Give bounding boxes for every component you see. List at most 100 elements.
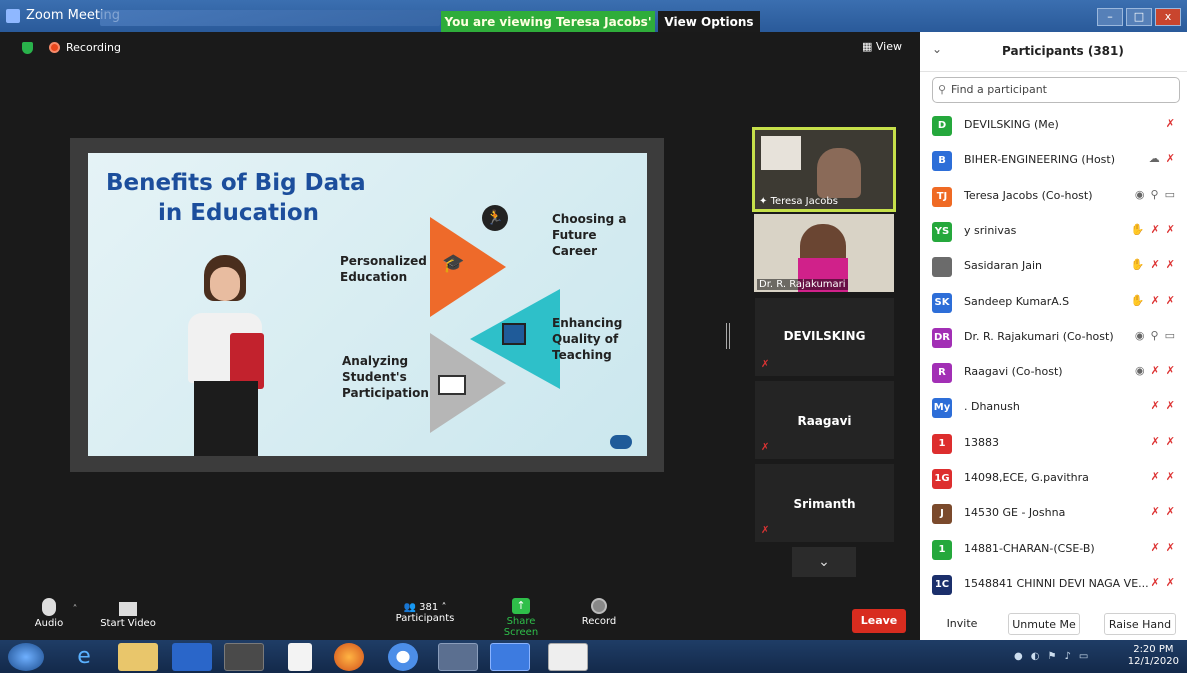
audio-options-chevron[interactable]: ˄	[70, 604, 80, 615]
participant-row[interactable]: TJ Teresa Jacobs (Co-host) ◉ ⚲ ▭	[920, 179, 1187, 214]
start-video-label: Start Video	[100, 618, 156, 629]
browser-tabs[interactable]	[100, 10, 440, 26]
participant-row[interactable]: 1 14881-CHARAN-(CSE-B) ✗ ✗	[920, 532, 1187, 567]
video-tile-srimanth[interactable]: Srimanth ✗	[755, 464, 894, 542]
scroll-down-button[interactable]: ⌄	[792, 547, 856, 577]
network-icon[interactable]: ●	[1014, 651, 1023, 662]
runner-icon: 🏃	[482, 205, 508, 231]
avatar: YS	[932, 221, 952, 242]
participant-name: Sasidaran Jain	[964, 259, 1042, 273]
participant-row[interactable]: B BIHER-ENGINEERING (Host) ☁ ✗	[920, 143, 1187, 178]
volume-icon[interactable]: ◐	[1031, 651, 1040, 662]
search-icon: ⚲	[938, 83, 947, 96]
participant-row[interactable]: 1G 14098,ECE, G.pavithra ✗ ✗	[920, 461, 1187, 496]
share-screen-label: Share Screen	[503, 616, 539, 638]
participants-icon: 👥 381 ˄	[403, 602, 447, 613]
muted-icon: ✗	[1165, 434, 1175, 448]
document-icon[interactable]	[288, 643, 312, 671]
video-tile-raagavi[interactable]: Raagavi ✗	[755, 381, 894, 459]
raised-hand-icon: ✋	[1130, 293, 1145, 307]
grid-icon: ▦	[862, 40, 876, 53]
muted-icon: ✗	[1150, 505, 1160, 519]
video-tile-teresa[interactable]: ✦ Teresa Jacobs	[752, 127, 896, 212]
participant-row[interactable]: J 14530 GE - Joshna ✗ ✗	[920, 496, 1187, 531]
action-center-icon[interactable]: ▭	[1079, 651, 1088, 662]
share-screen-button[interactable]: ↑ Share Screen	[488, 598, 554, 638]
audio-button[interactable]: Audio	[32, 598, 66, 629]
mic-icon: ⚲	[1150, 187, 1159, 201]
participant-status-icons: ✋ ✗ ✗	[1131, 258, 1175, 271]
snipping-tool-icon[interactable]	[438, 643, 478, 671]
participant-name: BIHER-ENGINEERING (Host)	[964, 153, 1116, 167]
avatar: D	[932, 116, 952, 136]
magnifier-chart-icon	[438, 375, 466, 395]
leave-button[interactable]: Leave	[852, 609, 906, 633]
participant-name: Dr. R. Rajakumari (Co-host)	[964, 329, 1114, 343]
avatar: 1	[932, 539, 952, 560]
participant-status-icons: ☁ ✗	[1149, 152, 1175, 165]
participant-row[interactable]: R Raagavi (Co-host) ◉ ✗ ✗	[920, 355, 1187, 390]
speaker-icon[interactable]: ♪	[1064, 651, 1070, 662]
system-clock[interactable]: 2:20 PM 12/1/2020	[1128, 644, 1179, 668]
participant-row[interactable]: SK Sandeep KumarA.S ✋ ✗ ✗	[920, 285, 1187, 320]
participant-search-input[interactable]: ⚲ Find a participant	[932, 77, 1180, 103]
flag-icon[interactable]: ⚑	[1047, 651, 1056, 662]
monitor-icon	[502, 323, 526, 345]
avatar: 1	[932, 433, 952, 454]
participant-row[interactable]: DR Dr. R. Rajakumari (Co-host) ◉ ⚲ ▭	[920, 320, 1187, 355]
zoom-taskbar-icon[interactable]	[490, 643, 530, 671]
participant-row[interactable]: Sasidaran Jain ✋ ✗ ✗	[920, 249, 1187, 284]
participant-row[interactable]: 1C 1548841 CHINNI DEVI NAGA VE... ✗ ✗	[920, 567, 1187, 602]
participant-status-icons: ◉ ⚲ ▭	[1135, 188, 1175, 201]
video-tile-rajakumari[interactable]: Dr. R. Rajakumari	[754, 214, 894, 292]
resize-handle[interactable]	[726, 323, 730, 349]
muted-icon: ✗	[1150, 575, 1160, 589]
muted-icon: ✗	[1150, 293, 1160, 307]
calculator-icon[interactable]	[548, 643, 588, 671]
start-button-icon[interactable]	[8, 643, 44, 671]
participants-button[interactable]: 👥 381 ˄ Participants	[392, 598, 458, 624]
participant-row[interactable]: YS y srinivas ✋ ✗ ✗	[920, 214, 1187, 249]
muted-icon: ✗	[1165, 540, 1175, 554]
record-dot-icon	[49, 42, 60, 53]
close-button[interactable]: x	[1155, 8, 1181, 26]
opera-icon[interactable]	[224, 643, 264, 671]
record-button[interactable]: Record	[576, 598, 622, 627]
chrome-icon[interactable]	[388, 643, 418, 671]
firefox-icon[interactable]	[334, 643, 364, 671]
meeting-toolbar: Audio ˄ Start Video 👥 381 ˄ Participants…	[0, 598, 920, 640]
internet-explorer-icon[interactable]: e	[64, 643, 104, 671]
muted-icon: ✗	[1165, 364, 1175, 378]
video-tile-devilsking[interactable]: DEVILSKING ✗	[755, 298, 894, 376]
unmute-me-button[interactable]: Unmute Me	[1008, 613, 1080, 635]
slide-title-line2: in Education	[158, 200, 320, 226]
minimize-button[interactable]: –	[1097, 8, 1123, 26]
raise-hand-button[interactable]: Raise Hand	[1104, 613, 1176, 635]
muted-icon: ✗	[1150, 399, 1160, 413]
participant-status-icons: ✋ ✗ ✗	[1131, 294, 1175, 307]
microphone-icon	[42, 598, 56, 616]
participants-count: 381	[419, 602, 439, 613]
invite-button[interactable]: Invite	[938, 613, 986, 635]
file-explorer-icon[interactable]	[118, 643, 158, 671]
avatar: J	[932, 504, 952, 525]
participant-row[interactable]: My. Dhanush ✗ ✗	[920, 390, 1187, 425]
share-icon: ◉	[1134, 187, 1145, 201]
participants-panel: ⌄ Participants (381) ⚲ Find a participan…	[920, 32, 1187, 640]
view-button[interactable]: ▦ View	[862, 40, 902, 53]
participant-name: 14098,ECE, G.pavithra	[964, 471, 1089, 484]
avatar	[932, 257, 952, 278]
view-options-button[interactable]: View Options ⌄	[658, 11, 760, 51]
start-video-button[interactable]: Start Video	[98, 598, 158, 629]
maximize-button[interactable]: □	[1126, 8, 1152, 26]
participant-status-icons: ✗	[1166, 117, 1175, 130]
woman-image	[174, 255, 270, 456]
media-player-icon[interactable]	[172, 643, 212, 671]
participant-row[interactable]: 1 13883 ✗ ✗	[920, 426, 1187, 461]
participant-name: . Dhanush	[964, 400, 1020, 414]
participant-row[interactable]: D DEVILSKING (Me) ✗	[920, 108, 1187, 143]
muted-icon: ✗	[1165, 258, 1175, 272]
collapse-panel-icon[interactable]: ⌄	[932, 42, 942, 56]
clock-date: 12/1/2020	[1127, 656, 1179, 667]
search-placeholder: Find a participant	[951, 83, 1047, 96]
